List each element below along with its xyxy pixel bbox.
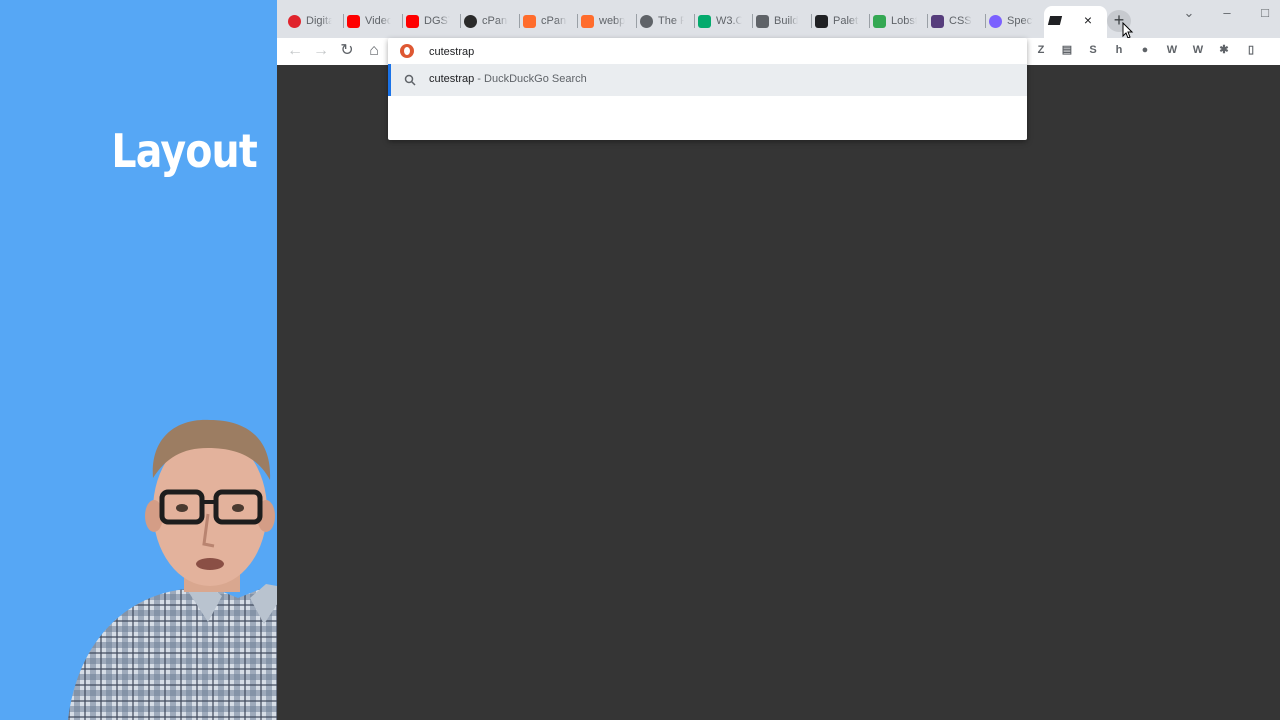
- s-extension-icon[interactable]: S: [1086, 43, 1100, 57]
- address-bar-input[interactable]: [429, 41, 989, 63]
- wikipedia-extension-icon[interactable]: W: [1165, 43, 1179, 57]
- cpanel-dark-icon: [464, 14, 477, 28]
- tab-separator: [694, 14, 695, 28]
- tab-label: cPane: [541, 15, 567, 27]
- minimize-button[interactable]: –: [1219, 4, 1235, 22]
- tab[interactable]: Lobst: [873, 8, 925, 34]
- tab-separator: [985, 14, 986, 28]
- tab-label: Lobst: [891, 15, 917, 27]
- tab-separator: [927, 14, 928, 28]
- cpanel-icon: [523, 14, 536, 28]
- omnibox-suggestion[interactable]: cutestrap - DuckDuckGo Search: [388, 64, 1027, 96]
- tab[interactable]: cPane: [523, 8, 575, 34]
- suggestion-query: cutestrap: [429, 73, 475, 85]
- youtube-icon: [406, 14, 419, 28]
- cpanel-icon: [581, 14, 594, 28]
- tab-label: cPane: [482, 15, 508, 27]
- tab-label: Digita: [306, 15, 332, 27]
- tab-label: Spect: [1007, 15, 1033, 27]
- tab-separator: [636, 14, 637, 28]
- forward-button[interactable]: →: [311, 41, 331, 61]
- tab-separator: [752, 14, 753, 28]
- tab-separator: [343, 14, 344, 28]
- tab-label: webp: [599, 15, 625, 27]
- tab[interactable]: W3.C: [698, 8, 750, 34]
- tab-label: Video: [365, 15, 391, 27]
- side-panel: Layout: [0, 0, 410, 720]
- tab[interactable]: CSS: [931, 8, 983, 34]
- bookmark-extension-icon[interactable]: ▤: [1060, 43, 1074, 57]
- tab-label: W3.C: [716, 15, 742, 27]
- tab-separator: [869, 14, 870, 28]
- browser-window: Digita Video DGST cPane cPane webp The F W3.C Bu…: [277, 0, 1280, 720]
- z-extension-icon[interactable]: Z: [1034, 43, 1048, 57]
- youtube-icon: [347, 14, 360, 28]
- tab[interactable]: Build: [756, 8, 808, 34]
- tab-separator: [577, 14, 578, 28]
- tab[interactable]: webp: [581, 8, 633, 34]
- bootstrap-icon: [931, 14, 944, 28]
- tab-search-chevron-icon[interactable]: ⌄: [1181, 4, 1197, 22]
- tab-label: CSS: [949, 15, 972, 27]
- tab-separator: [460, 14, 461, 28]
- page-content: [277, 65, 1280, 720]
- tab[interactable]: Digita: [288, 8, 340, 34]
- tab-label: The F: [658, 15, 684, 27]
- cookie-extension-icon[interactable]: ●: [1138, 43, 1152, 57]
- tab-separator: [519, 14, 520, 28]
- globe-icon: [640, 14, 653, 28]
- search-icon: [404, 74, 416, 86]
- duckduckgo-icon: [400, 44, 414, 58]
- omnibox-dropdown: cutestrap - DuckDuckGo Search: [388, 38, 1027, 140]
- tab-separator: [402, 14, 403, 28]
- heart-icon: [815, 14, 828, 28]
- tab[interactable]: Palett: [815, 8, 867, 34]
- suggestion-source: - DuckDuckGo Search: [474, 73, 587, 85]
- close-tab-icon[interactable]: ×: [1082, 12, 1094, 28]
- suggestion-text: cutestrap - DuckDuckGo Search: [429, 73, 587, 85]
- new-tab-page-icon: [1047, 16, 1063, 25]
- tab-strip: Digita Video DGST cPane cPane webp The F W3.C Bu…: [277, 0, 1280, 39]
- w3-icon: [698, 14, 711, 28]
- document-icon: [756, 14, 769, 28]
- tab[interactable]: DGST: [406, 8, 458, 34]
- tab[interactable]: The F: [640, 8, 692, 34]
- reload-button[interactable]: ↻: [337, 41, 357, 61]
- back-button[interactable]: ←: [285, 41, 305, 61]
- home-button[interactable]: ⌂: [364, 41, 384, 61]
- h-extension-icon[interactable]: h: [1112, 43, 1126, 57]
- tab-label: Palett: [833, 15, 859, 27]
- tab-separator: [811, 14, 812, 28]
- tab[interactable]: cPane: [464, 8, 516, 34]
- tab-label: Build: [774, 15, 799, 27]
- tab-label: DGST: [424, 15, 450, 27]
- tab[interactable]: Video: [347, 8, 399, 34]
- spectrum-icon: [989, 14, 1002, 28]
- wordpress-extension-icon[interactable]: W: [1191, 43, 1205, 57]
- target-icon: [288, 14, 301, 28]
- puzzle-extension-icon[interactable]: ✱: [1217, 43, 1231, 57]
- tab[interactable]: Spect: [989, 8, 1041, 34]
- grid-icon: [873, 14, 886, 28]
- sidepanel-icon[interactable]: ▯: [1244, 43, 1258, 57]
- maximize-button[interactable]: □: [1257, 4, 1273, 22]
